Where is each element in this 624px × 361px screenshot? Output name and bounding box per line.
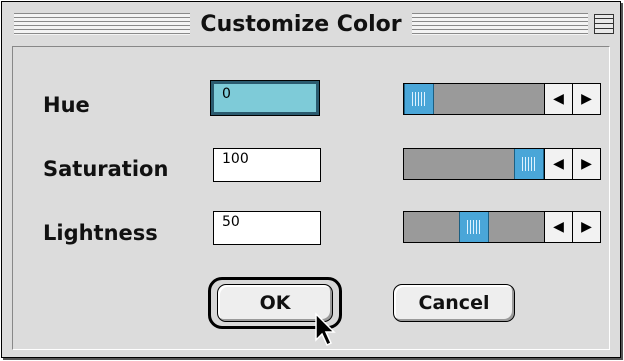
cancel-button[interactable]: Cancel xyxy=(393,284,515,322)
title-stripes-right xyxy=(411,13,588,35)
collapse-box-icon[interactable] xyxy=(594,14,614,34)
grip-icon xyxy=(412,92,426,106)
lightness-right-arrow-icon[interactable]: ▶ xyxy=(572,212,600,242)
title-stripes-left xyxy=(14,13,191,35)
hue-label: Hue xyxy=(43,93,90,117)
hue-slider[interactable]: ◀ ▶ xyxy=(403,83,601,115)
saturation-slider[interactable]: ◀ ▶ xyxy=(403,148,601,180)
hue-left-arrow-icon[interactable]: ◀ xyxy=(544,84,572,114)
lightness-slider-track[interactable] xyxy=(404,212,544,242)
grip-icon xyxy=(467,220,481,234)
hue-input[interactable]: 0 xyxy=(210,80,320,116)
saturation-slider-track[interactable] xyxy=(404,149,544,179)
lightness-slider[interactable]: ◀ ▶ xyxy=(403,211,601,243)
saturation-slider-thumb[interactable] xyxy=(514,149,544,179)
lightness-label: Lightness xyxy=(43,221,158,245)
customize-color-dialog: Customize Color Hue 0 ◀ ▶ Saturation 100 xyxy=(1,1,621,358)
window-title: Customize Color xyxy=(200,11,402,37)
hue-slider-thumb[interactable] xyxy=(404,84,434,114)
title-bar[interactable]: Customize Color xyxy=(2,2,620,46)
hue-slider-track[interactable] xyxy=(404,84,544,114)
grip-icon xyxy=(522,157,536,171)
lightness-slider-thumb[interactable] xyxy=(459,212,489,242)
saturation-input[interactable]: 100 xyxy=(213,148,321,182)
lightness-left-arrow-icon[interactable]: ◀ xyxy=(544,212,572,242)
saturation-right-arrow-icon[interactable]: ▶ xyxy=(572,149,600,179)
lightness-input[interactable]: 50 xyxy=(213,211,321,245)
saturation-label: Saturation xyxy=(43,157,169,181)
saturation-left-arrow-icon[interactable]: ◀ xyxy=(544,149,572,179)
mouse-pointer-icon xyxy=(315,312,336,347)
hue-right-arrow-icon[interactable]: ▶ xyxy=(572,84,600,114)
